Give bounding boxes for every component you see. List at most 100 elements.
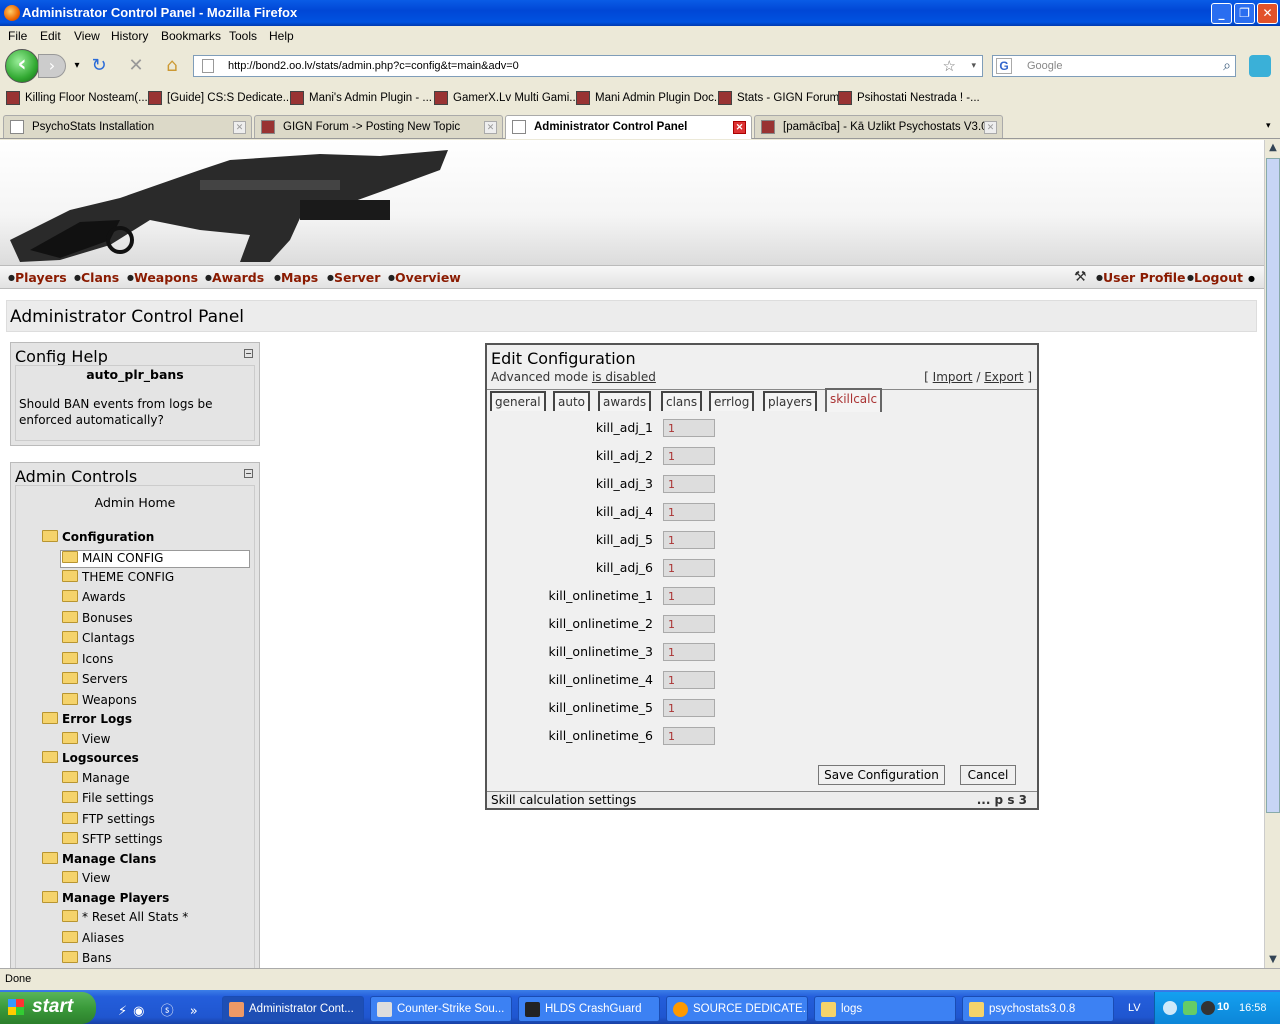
tray-expand-icon[interactable] xyxy=(1163,1001,1177,1015)
tab-skillcalc[interactable]: skillcalc xyxy=(825,388,883,412)
tab-players[interactable]: players xyxy=(763,391,817,411)
field-input[interactable]: 1 xyxy=(663,699,715,717)
scroll-thumb[interactable] xyxy=(1266,158,1280,813)
tree-item[interactable]: Aliases xyxy=(62,931,124,949)
bookmark-item[interactable]: Psihostati Nestrada ! -... xyxy=(838,91,980,107)
import-link[interactable]: Import xyxy=(933,370,973,384)
history-dropdown-icon[interactable]: ▾ xyxy=(66,56,88,76)
tools-icon[interactable]: ⚒ xyxy=(1074,269,1087,285)
tray-icon[interactable] xyxy=(1183,1001,1197,1015)
tree-item[interactable]: Bans xyxy=(62,951,111,968)
search-icon[interactable]: ⌕ xyxy=(1223,57,1231,74)
forward-icon[interactable]: › xyxy=(38,54,66,78)
bookmark-item[interactable]: Killing Floor Nosteam(... xyxy=(6,91,148,107)
tree-item[interactable]: * Reset All Stats * xyxy=(62,910,188,928)
nav-logout[interactable]: Logout xyxy=(1187,270,1243,285)
tab-list-icon[interactable]: ▾ xyxy=(1266,120,1271,131)
tree-item[interactable]: Servers xyxy=(62,672,128,690)
tree-item[interactable]: View xyxy=(62,732,110,750)
menu-history[interactable]: History xyxy=(111,29,148,43)
bookmark-item[interactable]: GamerX.Lv Multi Gami... xyxy=(434,91,579,107)
tree-item[interactable]: Clantags xyxy=(62,631,135,649)
tree-item[interactable]: Awards xyxy=(62,590,125,608)
quick-launch-icons[interactable]: ⚡◉ ⓢ » xyxy=(118,1000,204,1019)
maximize-icon[interactable]: ❐ xyxy=(1234,3,1255,24)
tree-group[interactable]: Manage Players xyxy=(42,891,169,909)
scroll-up-icon[interactable]: ▲ xyxy=(1266,140,1280,156)
nav-server[interactable]: Server xyxy=(327,270,380,285)
reload-icon[interactable]: ↻ xyxy=(88,56,110,76)
nav-maps[interactable]: Maps xyxy=(274,270,318,285)
export-link[interactable]: Export xyxy=(984,370,1023,384)
tree-group[interactable]: Manage Clans xyxy=(42,852,156,870)
tab-awards[interactable]: awards xyxy=(598,391,652,411)
tree-item[interactable]: Manage xyxy=(62,771,130,789)
field-input[interactable]: 1 xyxy=(663,559,715,577)
tree-item[interactable]: Icons xyxy=(62,652,113,670)
bookmark-item[interactable]: Stats - GIGN Forum xyxy=(718,91,839,107)
menu-file[interactable]: File xyxy=(8,29,27,43)
vertical-scrollbar[interactable]: ▲ ▼ xyxy=(1264,140,1280,968)
tree-item[interactable]: View xyxy=(62,871,110,889)
browser-tab[interactable]: PsychoStats Installation ✕ xyxy=(3,115,252,138)
nav-overview[interactable]: Overview xyxy=(388,270,461,285)
skype-icon[interactable] xyxy=(1249,55,1271,77)
taskbar-item[interactable]: Counter-Strike Sou... xyxy=(370,996,512,1022)
collapse-icon[interactable]: − xyxy=(244,349,253,358)
nav-weapons[interactable]: Weapons xyxy=(127,270,198,285)
menu-help[interactable]: Help xyxy=(269,29,294,43)
bookmark-item[interactable]: [Guide] CS:S Dedicate... xyxy=(148,91,292,107)
close-icon[interactable]: ✕ xyxy=(1257,3,1278,24)
steam-icon[interactable] xyxy=(1201,1001,1215,1015)
url-dropdown-icon[interactable]: ▾ xyxy=(971,60,976,71)
field-input[interactable]: 1 xyxy=(663,671,715,689)
field-input[interactable]: 1 xyxy=(663,475,715,493)
menu-edit[interactable]: Edit xyxy=(40,29,61,43)
field-input[interactable]: 1 xyxy=(663,587,715,605)
tab-errlog[interactable]: errlog xyxy=(709,391,755,411)
tree-item[interactable]: FTP settings xyxy=(62,812,155,830)
field-input[interactable]: 1 xyxy=(663,503,715,521)
tab-general[interactable]: general xyxy=(490,391,546,411)
minimize-icon[interactable]: _ xyxy=(1211,3,1232,24)
stop-icon[interactable]: ✕ xyxy=(125,56,147,76)
cancel-button[interactable]: Cancel xyxy=(960,765,1016,785)
field-input[interactable]: 1 xyxy=(663,727,715,745)
taskbar-item[interactable]: HLDS CrashGuard xyxy=(518,996,660,1022)
field-input[interactable]: 1 xyxy=(663,447,715,465)
scroll-down-icon[interactable]: ▼ xyxy=(1266,952,1280,968)
nav-user-profile[interactable]: User Profile xyxy=(1096,270,1186,285)
search-input[interactable]: G Google ⌕ xyxy=(992,55,1236,77)
browser-tab[interactable]: GIGN Forum -> Posting New Topic ✕ xyxy=(254,115,503,138)
language-indicator[interactable]: LV xyxy=(1128,1002,1141,1014)
collapse-icon[interactable]: − xyxy=(244,469,253,478)
home-icon[interactable]: ⌂ xyxy=(161,56,183,76)
tree-item[interactable]: THEME CONFIG xyxy=(62,570,174,588)
star-icon[interactable]: ☆ xyxy=(943,57,956,75)
taskbar-item[interactable]: psychostats3.0.8 xyxy=(962,996,1114,1022)
tab-auto[interactable]: auto xyxy=(553,391,591,411)
close-tab-icon[interactable]: ✕ xyxy=(733,121,746,134)
tree-item[interactable]: Bonuses xyxy=(62,611,133,629)
close-tab-icon[interactable]: ✕ xyxy=(233,121,246,134)
tab-clans[interactable]: clans xyxy=(661,391,703,411)
browser-tab[interactable]: [pamācība] - Kā Uzlikt Psychostats V3.0.… xyxy=(754,115,1003,138)
tree-item[interactable]: SFTP settings xyxy=(62,832,163,850)
tree-item[interactable]: Weapons xyxy=(62,693,137,711)
tree-item[interactable]: File settings xyxy=(62,791,154,809)
taskbar-item[interactable]: logs xyxy=(814,996,956,1022)
tree-group[interactable]: Configuration xyxy=(42,530,154,548)
menu-view[interactable]: View xyxy=(74,29,100,43)
field-input[interactable]: 1 xyxy=(663,419,715,437)
nav-clans[interactable]: Clans xyxy=(74,270,119,285)
start-button[interactable]: start xyxy=(0,992,96,1024)
tree-group[interactable]: Error Logs xyxy=(42,712,132,730)
field-input[interactable]: 1 xyxy=(663,531,715,549)
bookmark-item[interactable]: Mani's Admin Plugin - ... xyxy=(290,91,432,107)
back-icon[interactable]: ‹ xyxy=(5,49,39,83)
url-bar[interactable]: http://bond2.oo.lv/stats/admin.php?c=con… xyxy=(193,55,983,77)
menu-bookmarks[interactable]: Bookmarks xyxy=(161,29,221,43)
nav-awards[interactable]: Awards xyxy=(205,270,264,285)
close-tab-icon[interactable]: ✕ xyxy=(984,121,997,134)
field-input[interactable]: 1 xyxy=(663,643,715,661)
